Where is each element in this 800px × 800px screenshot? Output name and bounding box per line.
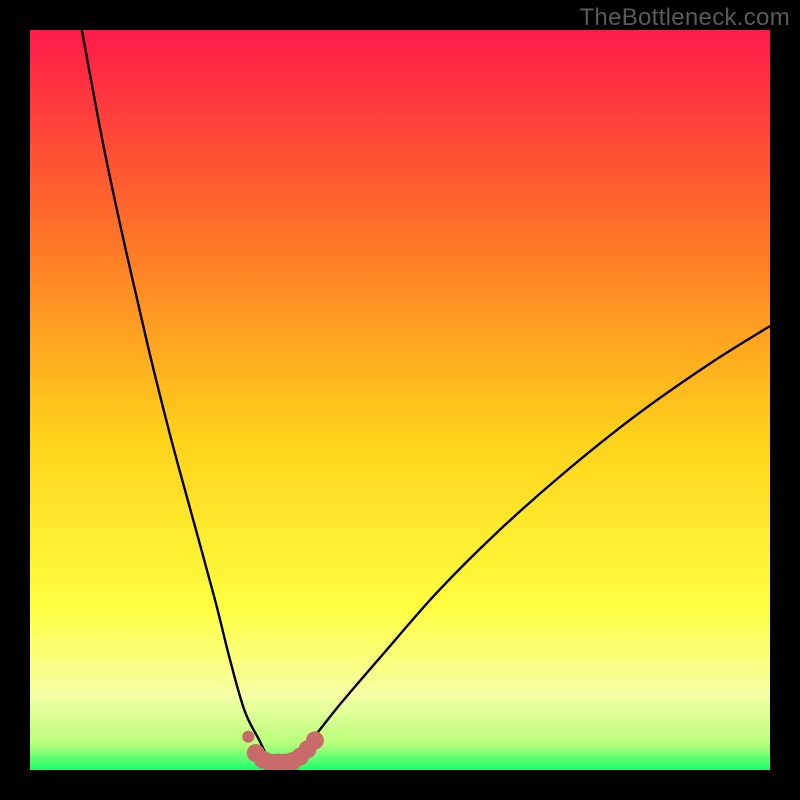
marker-dot	[242, 731, 254, 743]
marker-dot	[306, 731, 324, 749]
bottleneck-chart	[30, 30, 770, 770]
chart-frame	[30, 30, 770, 770]
watermark-text: TheBottleneck.com	[579, 4, 790, 32]
